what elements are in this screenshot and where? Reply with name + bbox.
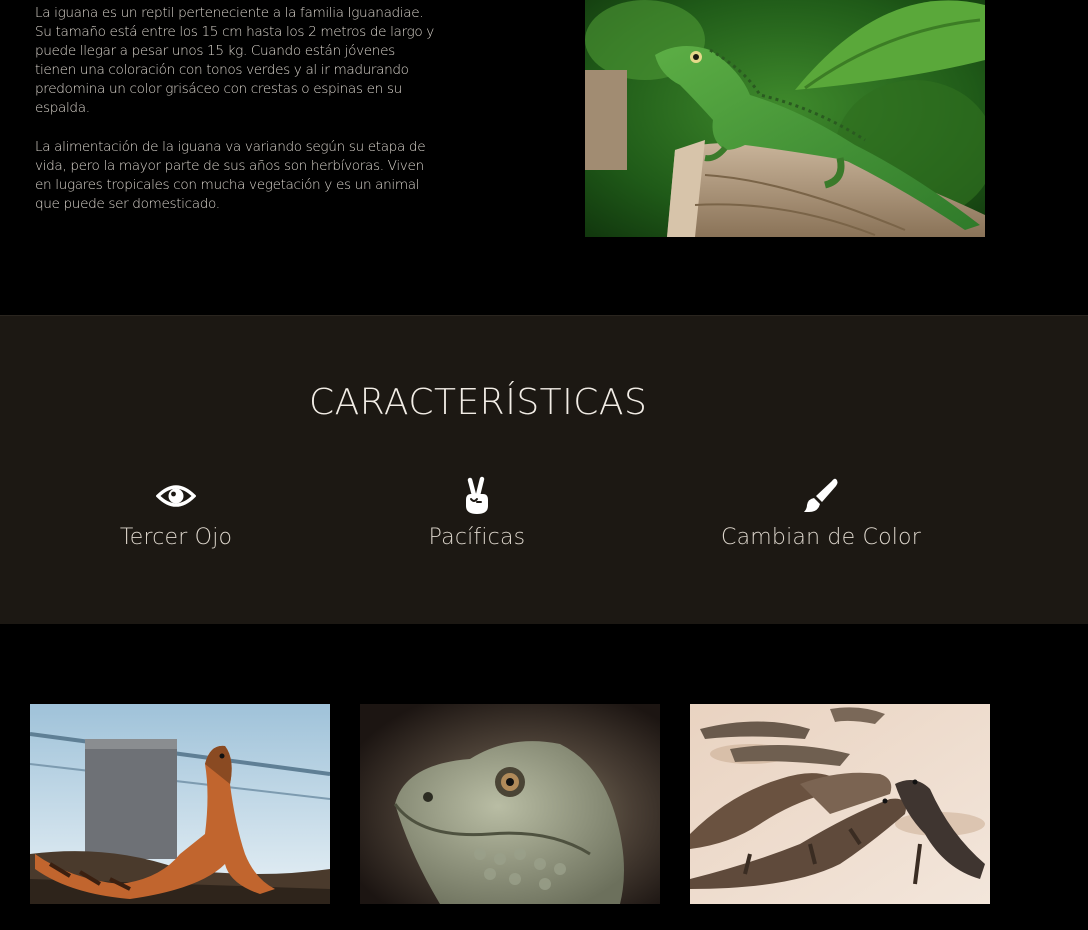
feature-third-eye: Tercer Ojo	[100, 476, 252, 550]
feature-label-peaceful: Pacíficas	[428, 525, 526, 550]
gallery-section	[0, 624, 1088, 930]
features-section: CARACTERÍSTICAS Tercer Ojo Pacíficas Cam…	[0, 315, 1088, 624]
iguana-head-closeup-image	[360, 704, 660, 904]
intro-text: La iguana es un reptil perteneciente a l…	[35, 4, 435, 214]
feature-label-change-color: Cambian de Color	[721, 525, 921, 550]
iguanas-on-sand-image	[690, 704, 990, 904]
intro-paragraph-2: La alimentación de la iguana va variando…	[35, 139, 426, 212]
eye-icon	[100, 476, 252, 516]
orange-iguana-image	[30, 704, 330, 904]
intro-section: La iguana es un reptil perteneciente a l…	[0, 0, 1088, 315]
feature-peaceful: Pacíficas	[410, 476, 544, 550]
green-iguana-image	[585, 0, 985, 237]
feature-change-color: Cambian de Color	[705, 476, 937, 550]
peace-hand-icon	[410, 476, 544, 516]
intro-paragraph-1: La iguana es un reptil perteneciente a l…	[35, 5, 434, 116]
paint-brush-icon	[705, 476, 937, 516]
feature-label-third-eye: Tercer Ojo	[119, 525, 233, 550]
features-title: CARACTERÍSTICAS	[309, 382, 648, 423]
